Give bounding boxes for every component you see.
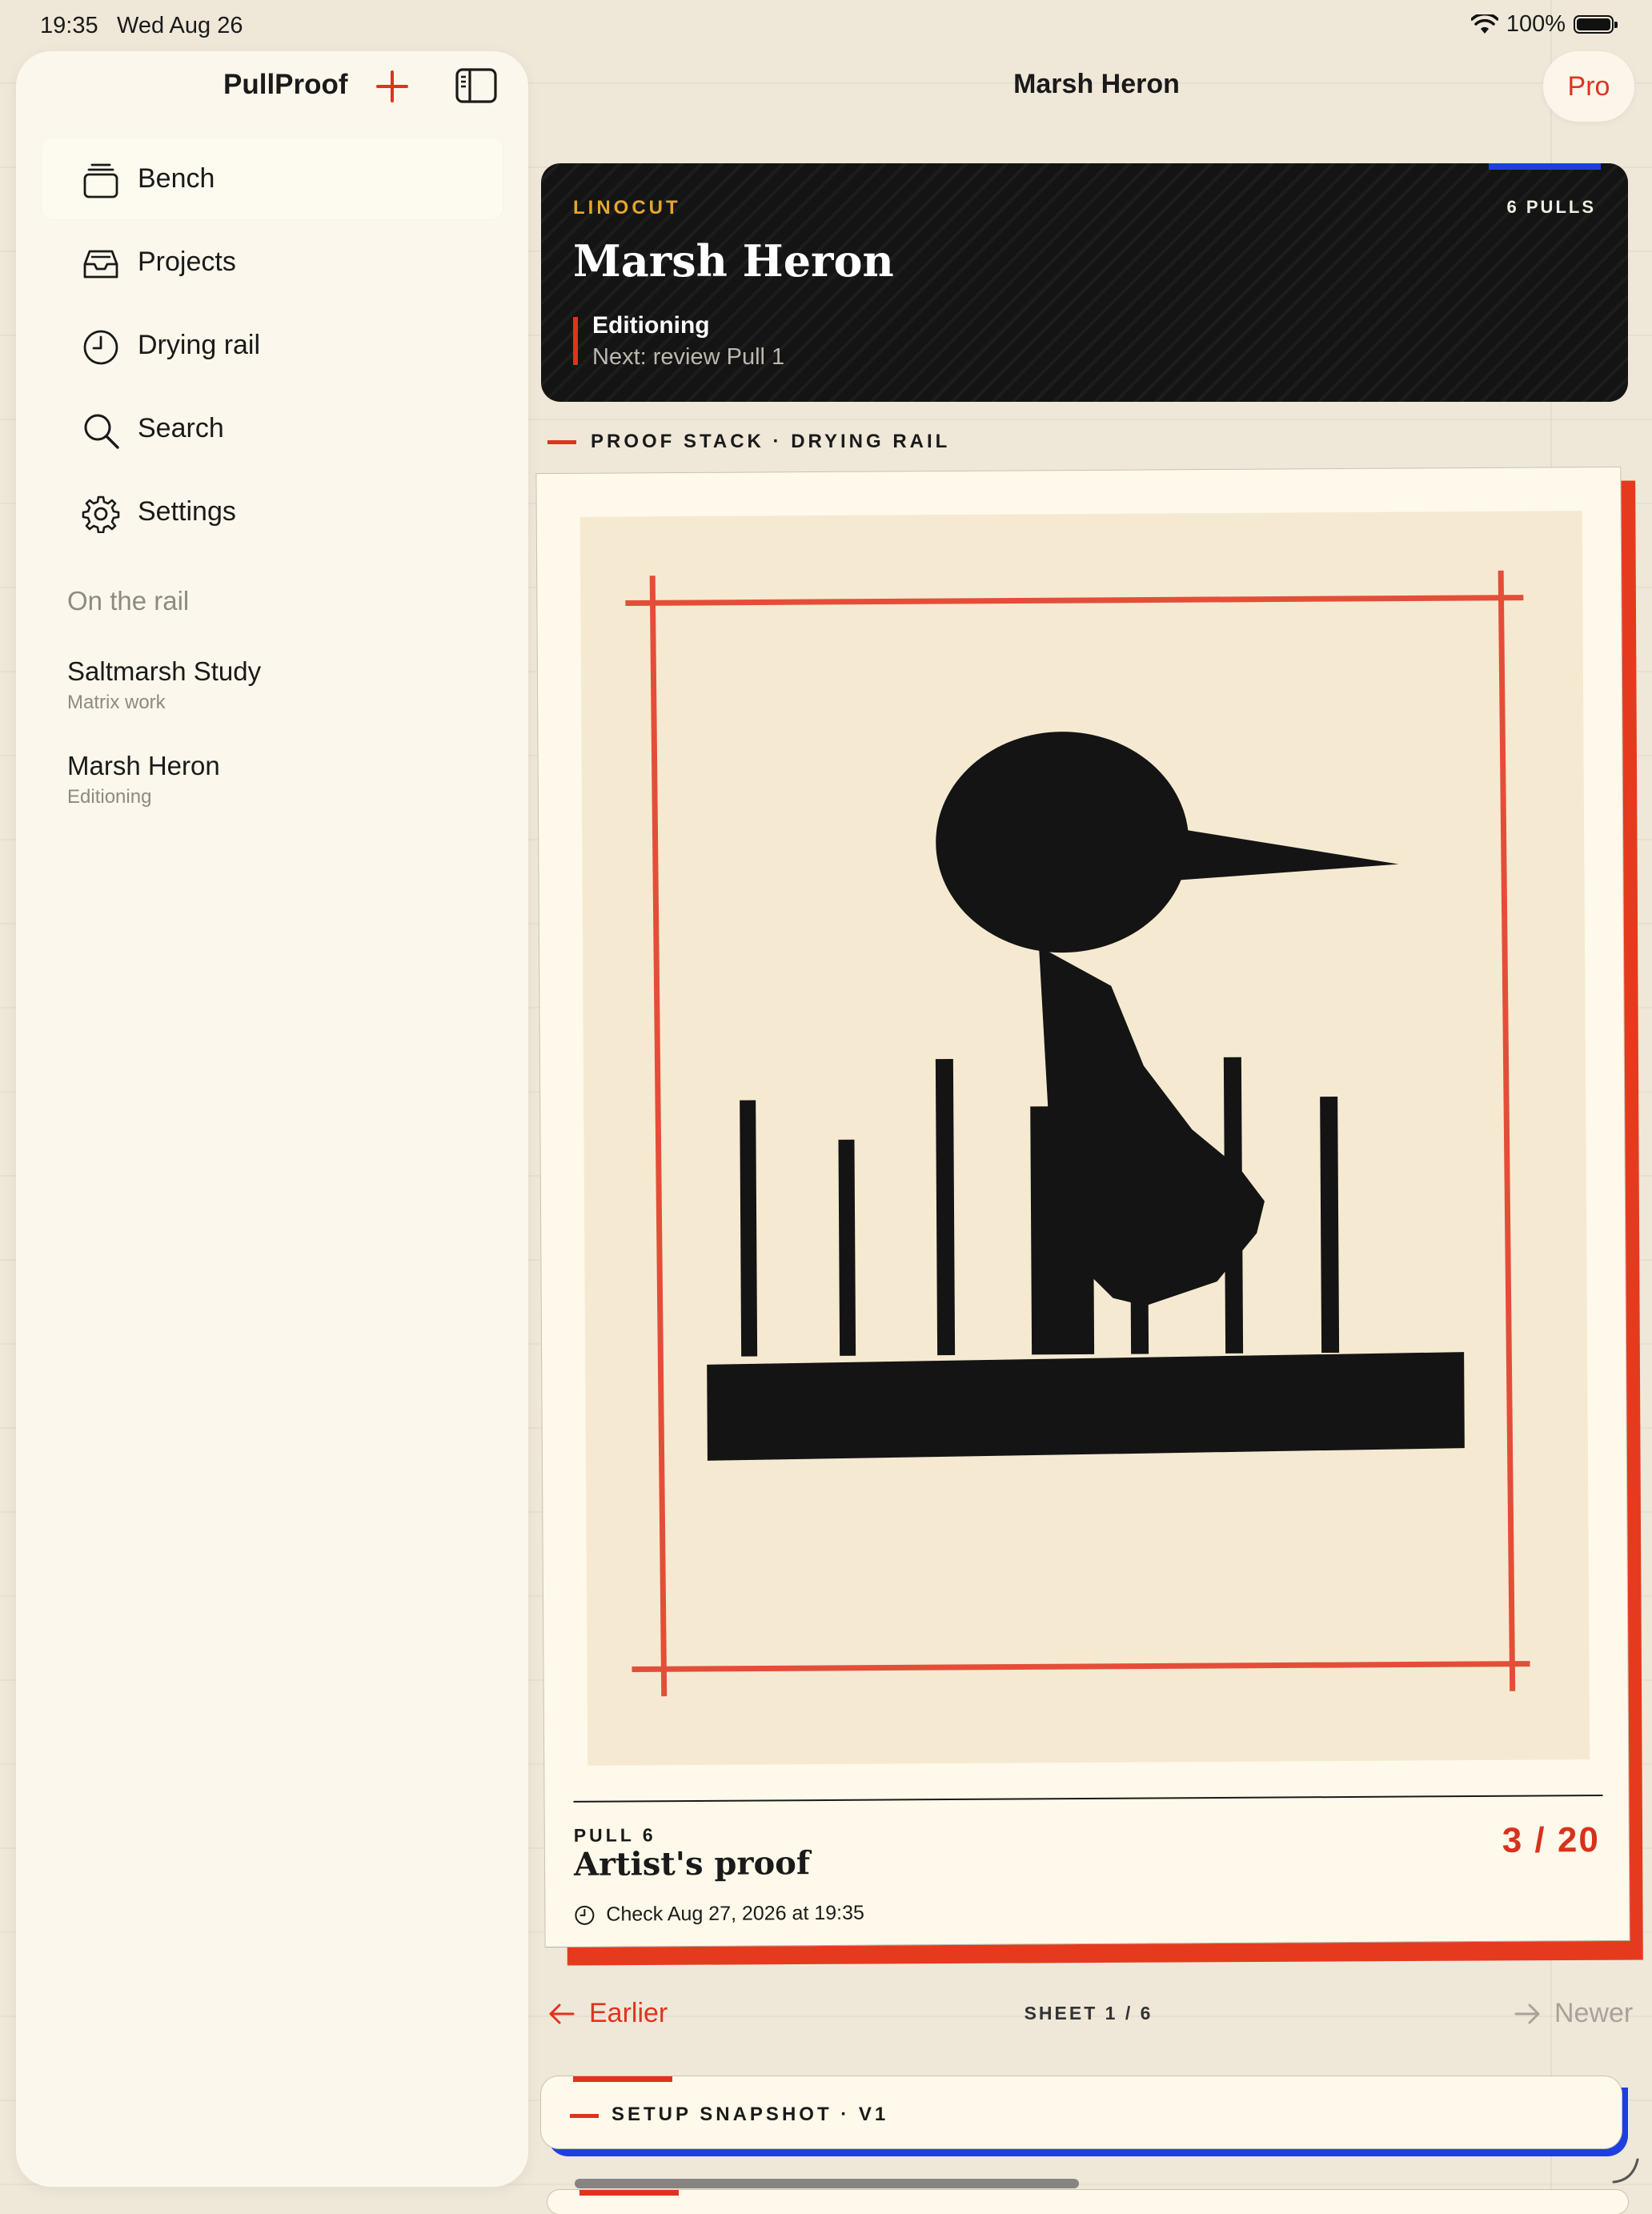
- status-time: 19:35: [40, 13, 98, 38]
- earlier-button[interactable]: Earlier: [547, 1998, 668, 2029]
- section-dash: [547, 439, 576, 444]
- gear-icon: [82, 495, 120, 533]
- status-bar: 19:35 Wed Aug 26 100%: [0, 0, 1652, 51]
- rail-section-title: On the rail: [67, 586, 190, 616]
- tray-icon: [83, 250, 118, 279]
- sheet-indicator: SHEET 1 / 6: [1024, 2003, 1153, 2023]
- sidebar-item-search[interactable]: Search: [42, 387, 503, 469]
- stack-icon: [83, 163, 118, 199]
- project-hero-card[interactable]: LINOCUT 6 PULLS Marsh Heron Editioning N…: [541, 163, 1628, 402]
- next-card-peek[interactable]: [547, 2190, 1628, 2214]
- status-indicator: [573, 317, 578, 365]
- hero-accent-bar: [1489, 163, 1601, 170]
- arrow-left-icon: [549, 2003, 575, 2023]
- pull-number: PULL 6: [573, 1824, 656, 1846]
- rail-item-saltmarsh-study[interactable]: Saltmarsh Study Matrix work: [67, 656, 261, 714]
- newer-button[interactable]: Newer: [1513, 1998, 1633, 2029]
- rail-item-marsh-heron[interactable]: Marsh Heron Editioning: [67, 751, 220, 808]
- rail-item-title: Saltmarsh Study: [67, 656, 262, 686]
- rail-item-subtitle: Editioning: [67, 786, 152, 808]
- check-reminder: Check Aug 27, 2026 at 19:35: [574, 1902, 864, 1927]
- pro-button[interactable]: Pro: [1543, 51, 1634, 122]
- rail-item-subtitle: Matrix work: [67, 692, 166, 713]
- proof-stack-header: PROOF STACK · DRYING RAIL: [547, 431, 950, 453]
- heron-print-artwork: [625, 570, 1530, 1697]
- next-step: Next: review Pull 1: [592, 344, 785, 370]
- setup-snapshot-card[interactable]: SETUP SNAPSHOT · V1: [541, 2076, 1622, 2148]
- sidebar-item-label: Projects: [138, 247, 236, 277]
- sidebar-toggle-icon[interactable]: [455, 67, 498, 104]
- page-title: Marsh Heron: [1013, 69, 1180, 99]
- home-indicator[interactable]: [575, 2179, 1079, 2188]
- section-dash: [570, 2114, 599, 2118]
- clock-icon: [83, 330, 118, 365]
- project-status: Editioning: [592, 312, 710, 339]
- sidebar-item-drying-rail[interactable]: Drying rail: [42, 304, 503, 386]
- project-title: Marsh Heron: [573, 235, 894, 287]
- status-date: Wed Aug 26: [117, 13, 243, 38]
- sidebar-item-bench[interactable]: Bench: [42, 138, 503, 219]
- medium-label: LINOCUT: [573, 197, 681, 219]
- sidebar-item-label: Drying rail: [138, 330, 261, 360]
- wifi-icon: [1470, 14, 1498, 34]
- resize-handle-icon[interactable]: [1609, 2153, 1641, 2185]
- print-image: [579, 511, 1590, 1766]
- sidebar-item-projects[interactable]: Projects: [42, 221, 503, 303]
- add-icon[interactable]: [368, 62, 416, 110]
- card-accent: [579, 2190, 679, 2196]
- clock-icon: [575, 1905, 595, 1925]
- newer-label: Newer: [1554, 1998, 1634, 2028]
- arrow-right-icon: [1514, 2003, 1540, 2023]
- battery-percent: 100%: [1506, 11, 1566, 37]
- sidebar-item-label: Search: [138, 413, 224, 443]
- snapshot-title: SETUP SNAPSHOT · V1: [611, 2104, 889, 2125]
- app-title: PullProof: [223, 69, 348, 100]
- sidebar-item-label: Settings: [138, 496, 236, 527]
- earlier-label: Earlier: [589, 1998, 668, 2028]
- rail-item-title: Marsh Heron: [67, 751, 220, 780]
- sidebar-item-label: Bench: [138, 163, 215, 194]
- caption-rule: [573, 1795, 1603, 1803]
- proof-title: Artist's proof: [573, 1844, 811, 1883]
- battery-icon: [1574, 15, 1618, 34]
- sidebar: PullProof Bench Projects Drying rail Sea…: [16, 51, 528, 2187]
- edition-number: 3 / 20: [1502, 1820, 1600, 1860]
- pull-count: 6 PULLS: [1506, 197, 1596, 217]
- card-accent: [573, 2076, 672, 2082]
- search-icon: [84, 414, 119, 449]
- sidebar-item-settings[interactable]: Settings: [42, 471, 503, 552]
- check-text: Check Aug 27, 2026 at 19:35: [606, 1901, 864, 1926]
- proof-card[interactable]: PULL 6 Artist's proof Check Aug 27, 2026…: [536, 467, 1630, 1947]
- section-title: PROOF STACK · DRYING RAIL: [591, 431, 951, 452]
